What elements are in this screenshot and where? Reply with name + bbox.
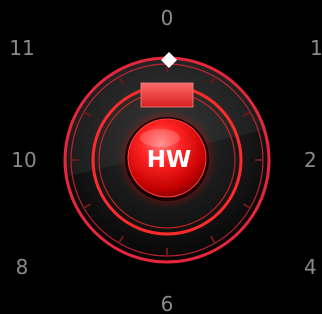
scale-label-6: 6 (161, 292, 174, 314)
scale-label-4: 4 (304, 255, 317, 279)
scale-label-0: 0 (161, 6, 174, 30)
hw-hub-button[interactable]: HW (125, 117, 209, 201)
hw-rotary-knob[interactable]: 0 1 2 4 6 8 10 11 HW (0, 0, 322, 314)
scale-label-1: 1 (310, 36, 322, 60)
hub-highlight (140, 129, 180, 147)
scale-label-2: 2 (304, 148, 317, 172)
hub-label: HW (147, 147, 192, 173)
scale-label-8: 8 (16, 255, 29, 279)
knob-dial[interactable]: 0 1 2 4 6 8 10 11 HW (0, 0, 322, 314)
position-indicator-bar (140, 82, 194, 108)
scale-label-10: 10 (11, 148, 36, 172)
scale-label-11: 11 (9, 36, 34, 60)
